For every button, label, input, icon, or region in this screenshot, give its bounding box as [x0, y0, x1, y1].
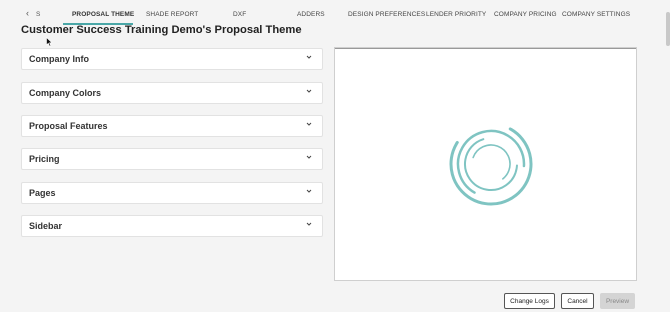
section-label: Pages	[29, 188, 56, 198]
section-label: Pricing	[29, 154, 60, 164]
mouse-cursor-icon	[46, 37, 53, 47]
cancel-button[interactable]: Cancel	[561, 293, 594, 309]
chevron-down-icon	[306, 189, 312, 193]
tab-proposal-theme[interactable]: PROPOSAL THEME	[72, 11, 134, 18]
preview-button[interactable]: Preview	[600, 293, 635, 309]
tab-dxf[interactable]: DXF	[233, 11, 246, 18]
section-company-colors[interactable]: Company Colors	[21, 82, 323, 104]
chevron-down-icon	[306, 155, 312, 159]
page-scrollbar[interactable]	[666, 12, 670, 46]
page-title: Customer Success Training Demo's Proposa…	[21, 24, 302, 36]
tab-design-preferences[interactable]: DESIGN PREFERENCES	[348, 11, 425, 18]
section-pages[interactable]: Pages	[21, 182, 323, 204]
tab-company-settings[interactable]: COMPANY SETTINGS	[562, 11, 630, 18]
tabs-scroll-left-icon[interactable]: ‹	[26, 8, 29, 18]
section-proposal-features[interactable]: Proposal Features	[21, 115, 323, 137]
tab-lender-priority[interactable]: LENDER PRIORITY	[426, 11, 486, 18]
change-logs-button[interactable]: Change Logs	[504, 293, 555, 309]
chevron-down-icon	[306, 89, 312, 93]
chevron-down-icon	[306, 122, 312, 126]
section-label: Sidebar	[29, 221, 63, 231]
tab-adders[interactable]: ADDERS	[297, 11, 325, 18]
proposal-preview-pane	[334, 47, 637, 281]
section-label: Company Info	[29, 54, 89, 64]
tab-shade-report[interactable]: SHADE REPORT	[146, 11, 198, 18]
tab-partial[interactable]: S	[36, 11, 40, 18]
section-label: Company Colors	[29, 88, 102, 98]
chevron-down-icon	[306, 222, 312, 226]
preview-top-border	[335, 48, 636, 49]
chevron-down-icon	[306, 55, 312, 59]
tab-bar: ‹ S PROPOSAL THEME SHADE REPORT DXF ADDE…	[0, 0, 670, 26]
section-label: Proposal Features	[29, 121, 108, 131]
loading-spinner-icon	[449, 122, 533, 206]
section-pricing[interactable]: Pricing	[21, 148, 323, 170]
section-sidebar[interactable]: Sidebar	[21, 215, 323, 237]
section-company-info[interactable]: Company Info	[21, 48, 323, 70]
tab-company-pricing[interactable]: COMPANY PRICING	[494, 11, 557, 18]
